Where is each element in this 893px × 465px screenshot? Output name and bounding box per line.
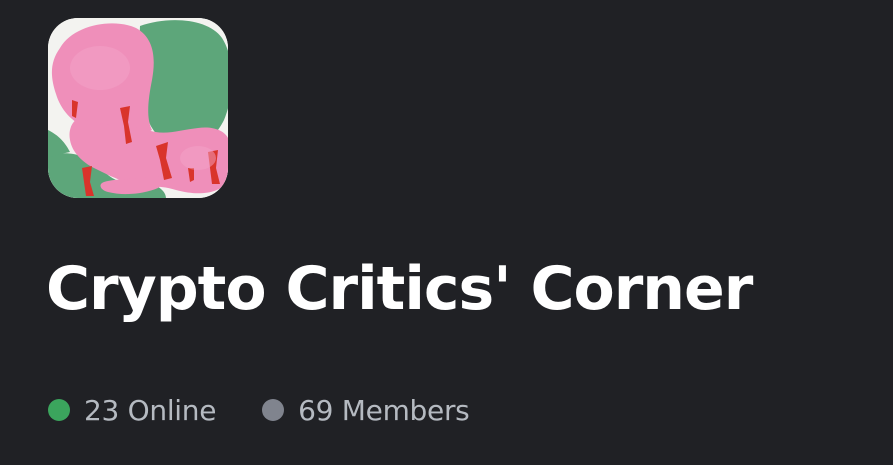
server-name: Crypto Critics' Corner — [46, 254, 753, 324]
member-count-label: 69 Members — [298, 393, 470, 427]
server-art-icon — [48, 18, 228, 198]
online-count-label: 23 Online — [84, 393, 217, 427]
member-status-dot-icon — [262, 399, 285, 421]
server-invite-card: Crypto Critics' Corner 23 Online 69 Memb… — [0, 0, 893, 465]
member-count: 69 Members — [262, 393, 470, 427]
online-status-dot-icon — [48, 399, 70, 421]
server-stats: 23 Online 69 Members — [48, 388, 470, 432]
server-icon[interactable] — [48, 18, 228, 198]
online-count: 23 Online — [48, 394, 216, 427]
